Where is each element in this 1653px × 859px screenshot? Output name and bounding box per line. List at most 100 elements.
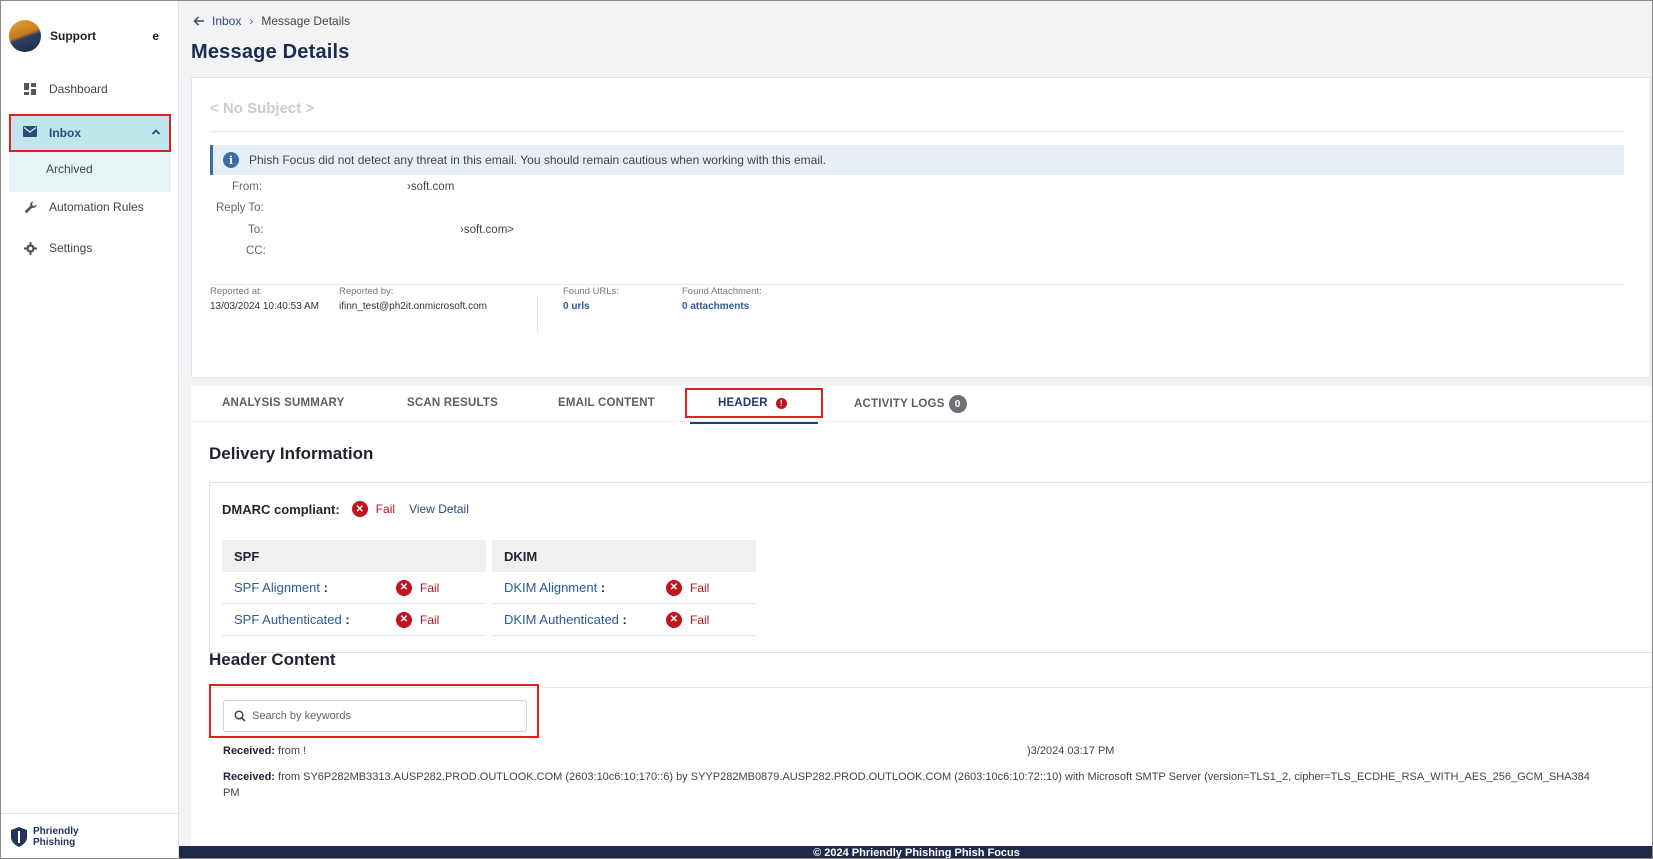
found-urls-label: Found URLs:	[563, 286, 619, 297]
spf-alignment-row: SPF Alignment : ✕ Fail	[222, 572, 486, 604]
row-status: Fail	[690, 580, 710, 595]
search-icon	[234, 710, 246, 722]
dmarc-row: DMARC compliant: ✕ Fail View Detail	[222, 501, 469, 517]
row-separator: :	[345, 612, 350, 627]
sidebar-item-settings[interactable]: Settings	[9, 230, 171, 266]
row-separator: :	[622, 612, 627, 627]
received-continuation: PM	[223, 787, 240, 799]
divider	[210, 131, 1624, 132]
tab-label: HEADER	[718, 397, 768, 409]
reported-at-label: Reported at:	[210, 286, 263, 297]
breadcrumb-current: Message Details	[261, 14, 351, 28]
app-frame: Support e Dashboard Inbox Archived Autom…	[0, 0, 1653, 859]
search-placeholder: Search by keywords	[252, 710, 352, 722]
tab-email-content[interactable]: EMAIL CONTENT	[558, 397, 655, 409]
row-label: SPF Authenticated	[234, 612, 342, 627]
received-value: from SY6P282MB3313.AUSP282.PROD.OUTLOOK.…	[278, 771, 1590, 783]
sidebar-item-archived[interactable]: Archived	[46, 162, 93, 176]
divider	[537, 297, 538, 333]
back-arrow-icon[interactable]	[191, 13, 207, 29]
gear-icon	[23, 241, 37, 255]
fail-icon: ✕	[396, 579, 412, 596]
search-input[interactable]: Search by keywords	[223, 700, 527, 732]
info-alert: i Phish Focus did not detect any threat …	[210, 145, 1624, 175]
dkim-header: DKIM	[492, 540, 756, 572]
breadcrumb-inbox[interactable]: Inbox	[212, 14, 241, 28]
sidebar-item-automation-rules[interactable]: Automation Rules	[9, 189, 171, 225]
row-separator: :	[323, 580, 328, 595]
brand-name: Phriendly Phishing	[33, 826, 79, 848]
dmarc-status: Fail	[375, 502, 396, 516]
mail-icon	[23, 126, 37, 140]
to-label: To:	[248, 224, 264, 236]
fail-icon: ✕	[666, 611, 682, 628]
tab-activity-logs[interactable]: ACTIVITY LOGS 0	[854, 395, 967, 413]
found-attachment-link[interactable]: 0 attachments	[682, 301, 749, 312]
spf-header: SPF	[222, 540, 486, 572]
page-title: Message Details	[191, 41, 350, 63]
spf-authenticated-row: SPF Authenticated : ✕ Fail	[222, 604, 486, 636]
tabs-panel: ANALYSIS SUMMARY SCAN RESULTS EMAIL CONT…	[191, 386, 1651, 858]
reply-to-label: Reply To:	[216, 202, 264, 214]
fail-icon: ✕	[351, 501, 368, 517]
message-card: < No Subject > i Phish Focus did not det…	[191, 77, 1651, 378]
sidebar-item-dashboard[interactable]: Dashboard	[9, 71, 171, 107]
chevron-up-icon[interactable]	[151, 126, 161, 140]
footer: © 2024 Phriendly Phishing Phish Focus	[179, 846, 1652, 858]
active-tab-indicator	[690, 422, 818, 424]
row-label: DKIM Alignment	[504, 580, 598, 595]
inbox-group: Inbox Archived	[9, 114, 171, 192]
divider	[210, 284, 1624, 285]
row-status: Fail	[420, 580, 440, 595]
message-subject: < No Subject >	[210, 100, 315, 117]
row-status: Fail	[690, 612, 710, 627]
alert-badge-icon: !	[775, 397, 787, 409]
tab-scan-results[interactable]: SCAN RESULTS	[407, 397, 498, 409]
breadcrumb: Inbox › Message Details	[191, 13, 350, 29]
sidebar-item-label: Dashboard	[49, 82, 108, 96]
from-label: From:	[232, 181, 263, 193]
brand-logo[interactable]: Phriendly Phishing	[11, 826, 93, 848]
sidebar-item-label: Inbox	[49, 126, 81, 140]
received-date: )3/2024 03:17 PM	[1027, 745, 1115, 757]
received-label: Received:	[223, 745, 275, 757]
reported-by-label: Reported by:	[339, 286, 394, 297]
dkim-table: DKIM DKIM Alignment : ✕ Fail DKIM Authent…	[492, 540, 756, 636]
sidebar-footer: Phriendly Phishing	[1, 813, 179, 858]
sidebar-item-inbox[interactable]: Inbox	[9, 114, 171, 152]
tab-analysis-summary[interactable]: ANALYSIS SUMMARY	[222, 397, 344, 409]
received-value: from !	[278, 745, 307, 757]
reported-by-value: ifinn_test@ph2it.onmicrosoft.com	[339, 301, 487, 312]
view-detail-link[interactable]: View Detail	[409, 502, 469, 516]
user-profile[interactable]: Support e	[9, 19, 169, 53]
from-value: ›soft.com	[407, 181, 455, 193]
row-separator: :	[600, 580, 606, 595]
user-initial: e	[152, 29, 159, 43]
dmarc-label: DMARC compliant:	[222, 501, 340, 517]
info-icon: i	[223, 152, 239, 168]
row-status: Fail	[420, 612, 440, 627]
dkim-alignment-row: DKIM Alignment : ✕ Fail	[492, 572, 756, 604]
to-value: ›soft.com>	[460, 224, 515, 236]
dkim-authenticated-row: DKIM Authenticated : ✕ Fail	[492, 604, 756, 636]
avatar	[9, 20, 41, 52]
sidebar-item-label: Settings	[49, 241, 93, 255]
fail-icon: ✕	[396, 611, 412, 628]
cc-label: CC:	[246, 245, 266, 257]
tab-label: ACTIVITY LOGS	[854, 398, 945, 410]
shield-icon	[11, 827, 27, 847]
breadcrumb-separator: ›	[249, 14, 254, 28]
sidebar: Support e Dashboard Inbox Archived Autom…	[1, 1, 179, 858]
received-line: Received: from SY6P282MB3313.AUSP282.PRO…	[223, 771, 1590, 783]
alert-text: Phish Focus did not detect any threat in…	[249, 153, 826, 167]
count-badge: 0	[948, 395, 967, 413]
fail-icon: ✕	[666, 579, 682, 596]
tab-bar: ANALYSIS SUMMARY SCAN RESULTS EMAIL CONT…	[191, 386, 1651, 424]
tab-header[interactable]: HEADER !	[718, 397, 787, 409]
delivery-info-box: DMARC compliant: ✕ Fail View Detail SPF …	[209, 482, 1651, 653]
found-urls-link[interactable]: 0 urls	[563, 301, 590, 312]
spf-table: SPF SPF Alignment : ✕ Fail SPF Authentica…	[222, 540, 486, 636]
delivery-info-title: Delivery Information	[209, 444, 374, 463]
received-label: Received:	[223, 771, 275, 783]
row-label: SPF Alignment	[234, 580, 320, 595]
